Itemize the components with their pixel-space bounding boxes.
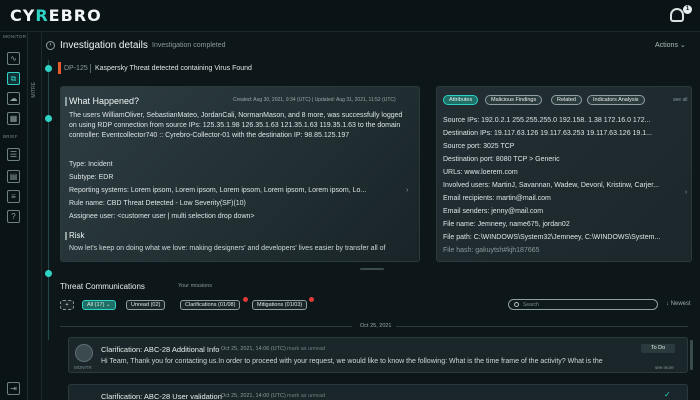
help-icon[interactable]: ? (7, 210, 20, 223)
filter-unread[interactable]: Unread (02) (126, 300, 166, 310)
avatar (75, 344, 93, 362)
message-card[interactable]: Clarification: ABC-28 User validation Oc… (68, 384, 688, 400)
case-name: Kaspersky Threat detected containing Vir… (95, 65, 252, 72)
mark-unread-link[interactable]: mark as unread (287, 393, 325, 399)
attr-file-hash: File hash: gakuytsh#kjh187665 (443, 247, 540, 254)
avatar-label: MONITR (74, 365, 92, 370)
scrollbar[interactable] (690, 340, 693, 370)
field-subtype: Subtype: EDR (69, 174, 114, 181)
tab-attributes[interactable]: Attributes (443, 95, 479, 105)
add-button[interactable]: + (60, 300, 74, 310)
search-input[interactable]: Search (508, 299, 658, 310)
message-date: Oct 25, 2021, 14:06 (UTC) (221, 346, 286, 352)
message-card[interactable]: MONITR Clarification: ABC-28 Additional … (68, 337, 688, 373)
attr-file-path: File path: C:\WINDOWS\System32\Jemneey, … (443, 234, 661, 241)
tasks-icon[interactable]: ≡ (7, 190, 20, 203)
field-type: Type: Incident (69, 161, 113, 168)
cloud-icon[interactable]: ☁ (7, 92, 20, 105)
message-body: Hi Team, Thank you for contacting us.In … (101, 358, 603, 365)
field-assignee-user[interactable]: Assignee user: <customer user | multi se… (69, 213, 254, 220)
bell-icon[interactable] (670, 8, 684, 22)
risk-text: Now let's keep on doing what we love: ma… (69, 245, 386, 252)
threat-communications-title: Threat Communications (60, 282, 145, 291)
investigation-status: Investigation completed (152, 42, 226, 49)
what-happened-panel: What Happened? Created: Aug 30, 2021, 9:… (60, 86, 420, 262)
resize-handle[interactable] (360, 268, 384, 270)
attr-involved-users: Involved users: MartinJ, Savannan, Wadew… (443, 182, 660, 189)
attr-urls: URLs: www.loerem.com (443, 169, 518, 176)
sort-newest[interactable]: ↓ Newest (666, 301, 691, 307)
attr-email-recipients: Email recipients: martin@mail.com (443, 195, 551, 202)
field-rule-name: Rule name: CBD Threat Detected - Low Sev… (69, 200, 246, 207)
timeline-dot (45, 270, 52, 277)
filter-mitigations[interactable]: Mitigations (01/03) (252, 300, 308, 310)
attr-source-port: Source port: 3025 TCP (443, 143, 515, 150)
user-list-icon[interactable]: ☰ (7, 148, 20, 161)
timeline-line (48, 60, 49, 340)
timeline-dot (45, 115, 52, 122)
page-title: Investigation details (60, 40, 148, 51)
mitre-rail[interactable]: MITRE (28, 32, 42, 400)
notification-badge: 1 (683, 5, 692, 14)
mark-unread-link[interactable]: mark as unread (287, 346, 325, 352)
severity-indicator (58, 62, 61, 74)
tab-indicators-analysis[interactable]: Indicators Analysis (587, 95, 645, 105)
risk-title: Risk (65, 231, 85, 240)
mitre-label: MITRE (31, 82, 37, 98)
tab-malicious-findings[interactable]: Malicious Findings (485, 95, 543, 105)
filter-all-dropdown[interactable]: All (17) ⌄ (82, 300, 116, 310)
attributes-panel: Attributes Malicious Findings Related In… (436, 86, 692, 262)
attr-email-senders: Email senders: jenny@mail.com (443, 208, 544, 215)
date-divider: Oct 25, 2021 (360, 323, 392, 329)
search-icon (514, 302, 519, 307)
field-reporting-systems: Reporting systems: Lorem ipsom, Lorem ip… (69, 187, 367, 194)
missions-label: Your missions (178, 283, 213, 289)
cyrebro-logo[interactable]: CYREBRO (10, 6, 102, 25)
attr-destination-port: Destination port: 8080 TCP > Generic (443, 156, 560, 163)
case-id: DP-125 (64, 65, 88, 72)
tab-related[interactable]: Related (551, 95, 582, 105)
grid-icon[interactable]: ▦ (7, 112, 20, 125)
timestamps: Created: Aug 30, 2021, 9:34 (UTC) | Upda… (233, 97, 396, 103)
alert-dot (243, 297, 248, 302)
divider (90, 64, 91, 73)
attr-source-ips: Source IPs: 192.0.2.1 255.255.255.0 192.… (443, 117, 651, 124)
message-title: Clarification: ABC-28 Additional Info (101, 345, 220, 354)
incident-description: The users WilliamOliver, SebastianMateo,… (69, 112, 403, 139)
sidebar: MONITOR ∿ ⧉ ☁ ▦ BRIEF ☰ ▤ ≡ ? ⇥ (0, 32, 28, 400)
sidebar-monitor-label: MONITOR (3, 34, 27, 39)
status-badge[interactable]: To Do (641, 344, 675, 353)
divider (60, 326, 352, 327)
what-happened-title: What Happened? (64, 96, 140, 106)
chevron-right-icon[interactable]: › (685, 189, 687, 196)
see-more-link[interactable]: see more (655, 365, 674, 370)
divider (396, 326, 688, 327)
see-all-link[interactable]: see all (673, 97, 687, 103)
chevron-right-icon[interactable]: › (406, 187, 408, 194)
actions-menu[interactable]: Actions ⌄ (655, 41, 686, 49)
filter-clarifications[interactable]: Clarifications (01/08) (180, 300, 241, 310)
investigations-icon[interactable]: ⧉ (7, 72, 20, 85)
search-placeholder: Search (523, 302, 539, 308)
check-icon: ✓ (664, 390, 671, 399)
attr-file-name: File name: Jemneey, name675, jordan02 (443, 221, 570, 228)
message-date: Oct 25, 2021, 14:00 (UTC) (221, 393, 286, 399)
top-bar: CYREBRO 1 (0, 0, 700, 32)
attr-destination-ips: Destination IPs: 19.117.63.126 19.117.63… (443, 130, 652, 137)
alert-dot (309, 297, 314, 302)
sidebar-brief-label: BRIEF (3, 134, 18, 139)
report-icon[interactable]: ▤ (7, 170, 20, 183)
back-button[interactable]: ‹ (46, 41, 55, 50)
timeline-dot (45, 65, 52, 72)
message-title: Clarification: ABC-28 User validation (101, 392, 222, 400)
activity-icon[interactable]: ∿ (7, 52, 20, 65)
logout-icon[interactable]: ⇥ (7, 382, 20, 395)
